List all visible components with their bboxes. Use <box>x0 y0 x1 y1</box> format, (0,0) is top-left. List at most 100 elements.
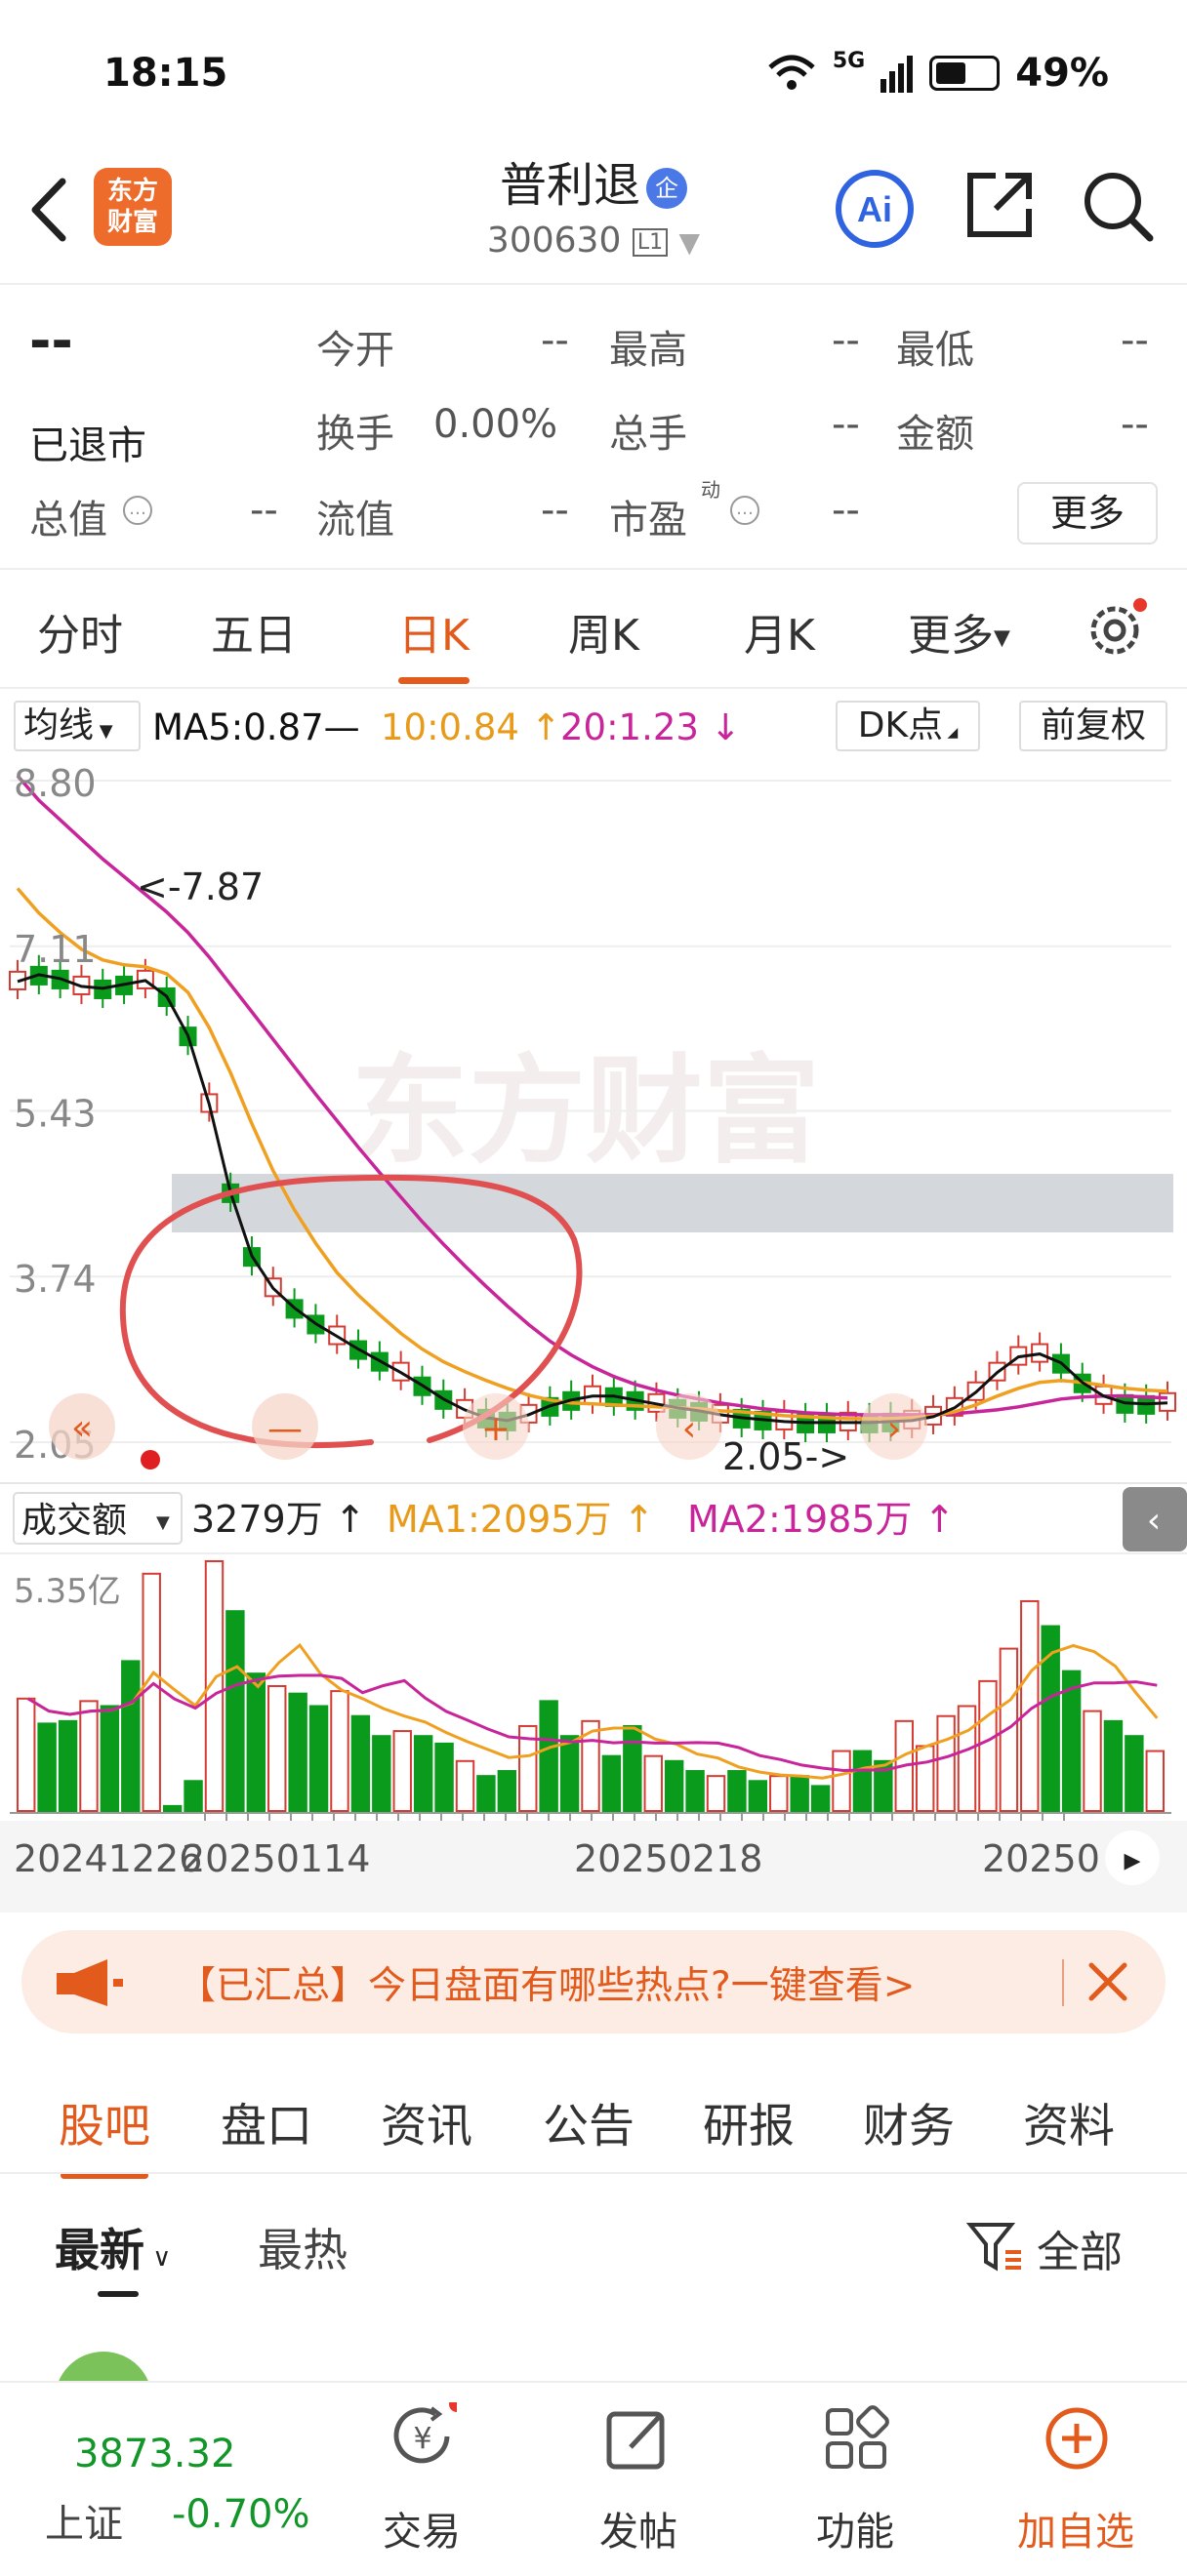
label-market-cap: 总值 <box>29 498 107 543</box>
period-tabs: 分时 五日 日K 周K 月K 更多▼ <box>0 571 1187 684</box>
adjust-button[interactable]: 前复权 <box>1019 701 1167 751</box>
volume-bar <box>1103 1719 1124 1812</box>
label-pe: 市盈 <box>609 498 687 543</box>
value-amount: -- <box>1121 402 1149 447</box>
banner-text: 【已汇总】今日盘面有哪些热点?一键查看> <box>178 1964 916 2008</box>
sort-row: 最新 ∨ 最热 全部 <box>0 2180 1187 2316</box>
ai-icon[interactable]: Ai <box>834 168 916 250</box>
share-icon[interactable] <box>962 168 1037 242</box>
svg-text:«: « <box>71 1408 93 1448</box>
kline-chart[interactable]: 东方财富 8.807.115.433.742.05 <-7.87 2.05-> … <box>0 761 1187 1912</box>
ma-indicator-bar: 均线 ▼ MA5:0.87— 10:0.84 ↑ 20:1.23 ↓ DK点 ◢… <box>0 689 1187 761</box>
zoom-in-icon[interactable]: + <box>463 1393 529 1460</box>
divider <box>0 568 1187 570</box>
collapse-panel-icon[interactable]: ‹ <box>1123 1487 1187 1551</box>
status-time: 18:15 <box>103 51 228 96</box>
tab-intraday[interactable]: 分时 <box>37 600 123 663</box>
more-quote-button[interactable]: 更多 <box>1017 482 1158 544</box>
chevron-down-icon: ∨ <box>144 2243 172 2273</box>
chevron-down-icon: ▼ <box>678 226 701 259</box>
tab-research[interactable]: 研报 <box>703 2088 795 2155</box>
step-left-icon[interactable]: ‹ <box>656 1393 722 1460</box>
caret-down-icon: ▼ <box>94 721 113 742</box>
hot-topics-banner[interactable]: 【已汇总】今日盘面有哪些热点?一键查看> <box>21 1930 1166 2033</box>
filter-icon[interactable] <box>966 2219 1025 2277</box>
volume-bar <box>643 1754 663 1813</box>
dk-point-button[interactable]: DK点 ◢ <box>836 701 980 751</box>
volume-bar <box>372 1735 391 1812</box>
scroll-left-icon[interactable]: « <box>49 1393 115 1460</box>
tab-five-day[interactable]: 五日 <box>211 600 297 663</box>
volume-value: 3279万 ↑ <box>191 1498 366 1541</box>
tab-monthly-k[interactable]: 月K <box>744 600 815 663</box>
battery-icon <box>929 56 1001 91</box>
volume-bar <box>623 1724 642 1812</box>
volume-bar <box>162 1804 183 1813</box>
volume-bar <box>852 1750 873 1813</box>
volume-ma1: MA1:2095万 ↑ <box>387 1498 654 1541</box>
volume-bar <box>790 1775 809 1813</box>
delisted-status: 已退市 <box>29 423 146 468</box>
volume-bar <box>79 1700 99 1812</box>
tab-guba[interactable]: 股吧 <box>59 2088 150 2179</box>
value-pe: -- <box>832 488 860 533</box>
value-market-cap: -- <box>250 488 278 533</box>
label-open: 今开 <box>316 328 394 373</box>
close-icon[interactable] <box>1085 1959 1130 2004</box>
sort-latest[interactable]: 最新 ∨ <box>55 2215 171 2279</box>
volume-bar <box>727 1770 747 1813</box>
last-price: -- <box>29 310 73 372</box>
x-tick-label: 20241226 <box>14 1837 202 1880</box>
edit-icon <box>606 2411 665 2470</box>
info-icon[interactable]: … <box>730 496 759 525</box>
chart-svg[interactable]: 东方财富 8.807.115.433.742.05 <-7.87 2.05-> … <box>0 761 1187 1912</box>
bottom-nav: 3873.32 上证 -0.70% ¥ 交易 发帖 功能 加自选 <box>0 2381 1187 2576</box>
value-total-volume: -- <box>832 402 860 447</box>
tab-announcements[interactable]: 公告 <box>543 2088 634 2155</box>
volume-bar <box>769 1775 789 1813</box>
trade-icon: ¥ <box>393 2402 457 2464</box>
tab-profile[interactable]: 资料 <box>1023 2088 1115 2155</box>
filter-all[interactable]: 全部 <box>1037 2217 1123 2279</box>
volume-bar <box>350 1714 371 1812</box>
volume-bar <box>455 1759 475 1813</box>
ma10-text: 10:0.84 ↑ <box>381 706 561 748</box>
tab-orderbook[interactable]: 盘口 <box>221 2088 312 2155</box>
search-icon[interactable] <box>1080 168 1156 244</box>
tab-weekly-k[interactable]: 周K <box>568 600 639 663</box>
tab-more[interactable]: 更多▼ <box>908 600 1010 663</box>
volume-bars <box>17 1560 1165 1813</box>
zoom-out-icon[interactable]: — <box>252 1393 318 1460</box>
ma-selector[interactable]: 均线 ▼ <box>14 701 141 751</box>
divider <box>0 2172 1187 2174</box>
grid-icon <box>826 2405 889 2469</box>
pe-superscript: 动 <box>701 478 720 502</box>
watermark: 东方财富 <box>351 1044 820 1180</box>
volume-bar <box>497 1770 517 1813</box>
info-icon[interactable]: … <box>123 496 152 525</box>
caret-down-icon: ▼ <box>156 1512 170 1533</box>
volume-bar <box>957 1705 977 1812</box>
value-high: -- <box>832 318 860 363</box>
settings-gear-icon[interactable] <box>1085 597 1148 660</box>
volume-bar <box>225 1610 245 1812</box>
volume-bar <box>1125 1735 1144 1812</box>
sort-hot[interactable]: 最热 <box>258 2215 348 2279</box>
volume-title: 成交额 <box>21 1501 127 1541</box>
volume-bar <box>685 1770 705 1813</box>
step-right-icon[interactable]: › <box>861 1393 927 1460</box>
ma5-text: MA5:0.87— <box>152 706 360 748</box>
volume-bar <box>748 1780 768 1813</box>
value-low: -- <box>1121 318 1149 363</box>
svg-text:¥: ¥ <box>413 2422 431 2456</box>
corner-icon: ◢ <box>943 725 959 741</box>
volume-bar <box>664 1759 684 1813</box>
tab-news[interactable]: 资讯 <box>381 2088 472 2155</box>
volume-bar <box>434 1742 454 1813</box>
tab-finance[interactable]: 财务 <box>863 2088 955 2155</box>
svg-text:▸: ▸ <box>1124 1840 1140 1879</box>
scroll-right-icon[interactable]: ▸ <box>1105 1831 1160 1885</box>
tab-daily-k[interactable]: 日K <box>398 600 470 684</box>
index-widget[interactable]: 3873.32 上证 -0.70% <box>39 2412 332 2549</box>
enterprise-badge: 企 <box>646 168 687 209</box>
